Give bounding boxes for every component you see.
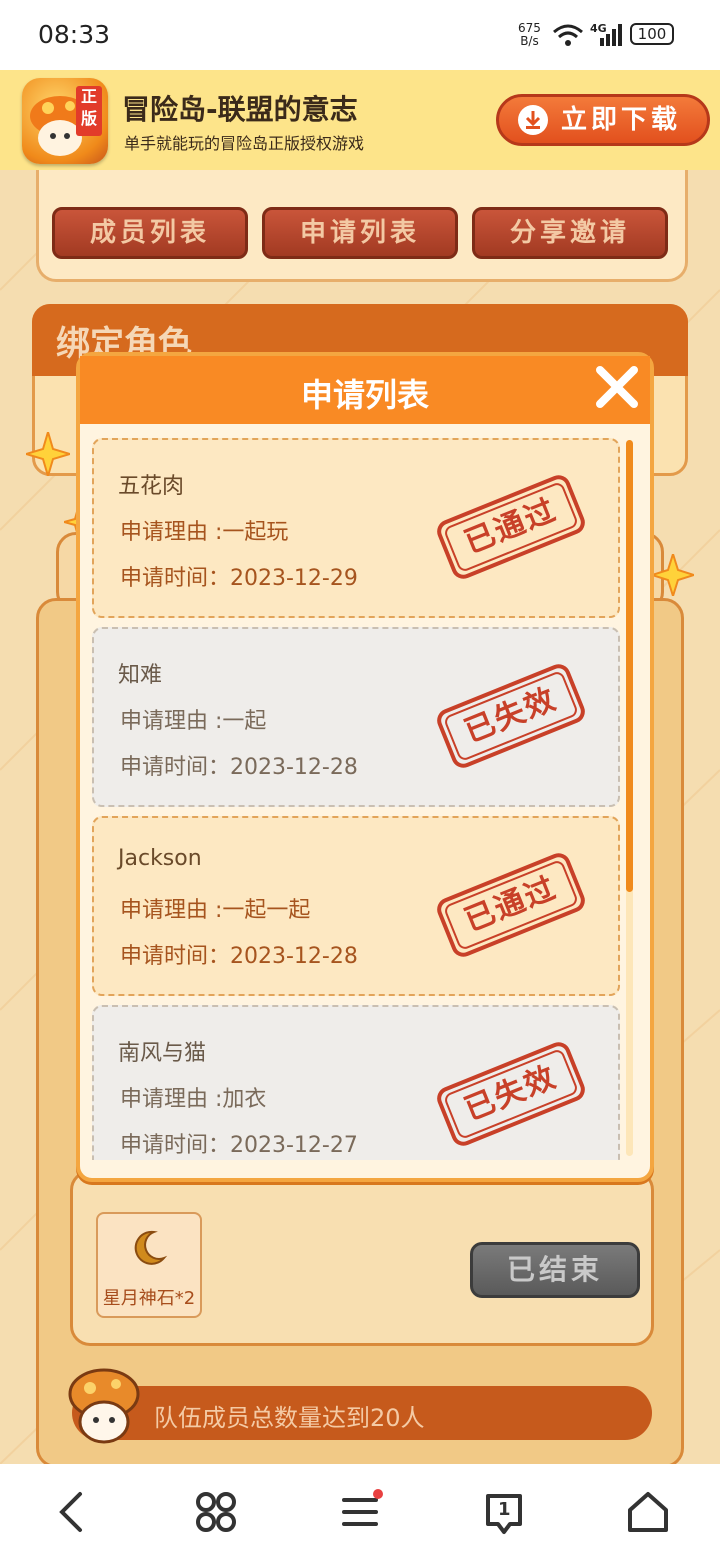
- signal-icon: [600, 24, 622, 46]
- tab-share-invite[interactable]: 分享邀请: [472, 207, 668, 259]
- task-description: 队伍成员总数量达到20人: [154, 1404, 425, 1432]
- application-item[interactable]: Jackson 申请理由 :一起一起 申请时间：2023-12-28 已通过: [92, 816, 620, 996]
- status-stamp-approved: 已通过: [433, 471, 589, 583]
- application-reason: 申请理由 :一起: [120, 709, 267, 734]
- reward-item-label: 星月神石*2: [102, 1288, 196, 1309]
- application-list[interactable]: 五花肉 申请理由 :一起玩 申请时间：2023-12-29 已通过 知难 申请理…: [80, 424, 650, 1160]
- scrollbar-thumb[interactable]: [626, 440, 633, 892]
- back-icon[interactable]: [48, 1488, 96, 1536]
- moon-icon: [134, 1230, 168, 1265]
- status-stamp-expired: 已失效: [433, 660, 589, 772]
- menu-icon[interactable]: [336, 1488, 384, 1536]
- battery-icon: 100: [630, 23, 674, 45]
- wifi-icon: [553, 24, 583, 46]
- status-time: 08:33: [38, 20, 111, 49]
- app-badge: 正版: [76, 86, 102, 136]
- sparkle-icon: [652, 554, 694, 596]
- applicant-name: 南风与猫: [118, 1041, 207, 1066]
- application-time: 申请时间：2023-12-29: [120, 566, 358, 591]
- status-stamp-expired: 已失效: [433, 1038, 589, 1150]
- network-speed-unit: B/s: [520, 34, 539, 48]
- applicant-name: 五花肉: [118, 474, 185, 499]
- application-reason: 申请理由 :一起一起: [120, 898, 311, 923]
- shortcut-icon[interactable]: [192, 1488, 240, 1536]
- tab-member-list[interactable]: 成员列表: [52, 207, 248, 259]
- application-item[interactable]: 南风与猫 申请理由 :加衣 申请时间：2023-12-27 已失效: [92, 1005, 620, 1160]
- home-icon[interactable]: [624, 1488, 672, 1536]
- application-reason: 申请理由 :一起玩: [120, 520, 289, 545]
- mushroom-mascot-icon: [68, 1368, 140, 1444]
- application-time: 申请时间：2023-12-27: [120, 1133, 358, 1158]
- tabs-count: 1: [498, 1499, 511, 1520]
- applicant-name: Jackson: [118, 846, 202, 871]
- status-stamp-approved: 已通过: [433, 849, 589, 961]
- modal-title: 申请列表: [300, 376, 429, 414]
- banner-title: 冒险岛-联盟的意志: [122, 93, 358, 126]
- close-icon[interactable]: [594, 364, 640, 410]
- applicant-name: 知难: [118, 663, 163, 688]
- download-icon: [518, 105, 548, 135]
- application-time: 申请时间：2023-12-28: [120, 755, 358, 780]
- application-item[interactable]: 五花肉 申请理由 :一起玩 申请时间：2023-12-29 已通过: [92, 438, 620, 618]
- tab-application-list[interactable]: 申请列表: [262, 207, 458, 259]
- application-item[interactable]: 知难 申请理由 :一起 申请时间：2023-12-28 已失效: [92, 627, 620, 807]
- application-time: 申请时间：2023-12-28: [120, 944, 358, 969]
- banner-subtitle: 单手就能玩的冒险岛正版授权游戏: [124, 134, 365, 153]
- sparkle-icon: [26, 432, 70, 476]
- network-speed: 675 B/s: [518, 22, 541, 48]
- ended-button[interactable]: 已结束: [470, 1242, 640, 1298]
- application-reason: 申请理由 :加衣: [120, 1087, 267, 1112]
